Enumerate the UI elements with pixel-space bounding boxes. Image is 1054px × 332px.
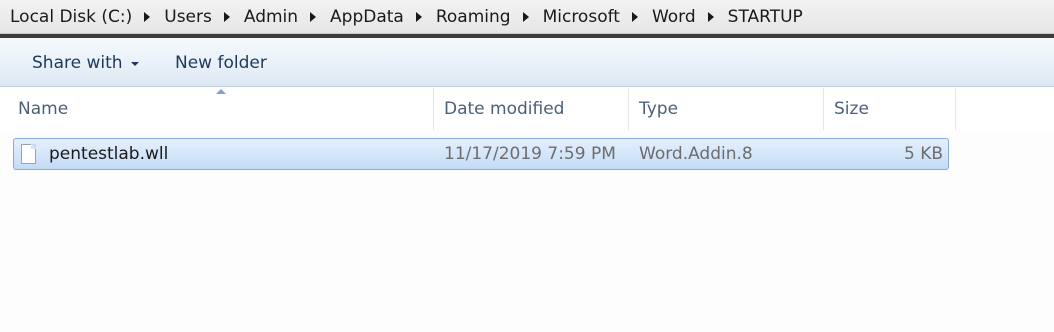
file-type: Word.Addin.8 xyxy=(639,144,753,164)
column-header-name-label: Name xyxy=(18,99,69,119)
column-header-size-label: Size xyxy=(834,99,869,119)
chevron-right-icon[interactable] xyxy=(522,12,529,22)
chevron-right-icon[interactable] xyxy=(707,12,714,22)
sort-ascending-icon xyxy=(216,89,226,94)
breadcrumb-item-roaming[interactable]: Roaming xyxy=(436,7,511,27)
file-name[interactable]: pentestlab.wll xyxy=(49,139,168,169)
new-folder-button[interactable]: New folder xyxy=(175,38,267,87)
chevron-right-icon[interactable] xyxy=(144,12,151,22)
breadcrumb-item-appdata[interactable]: AppData xyxy=(330,7,404,27)
column-headers: Name Date modified Type Size xyxy=(0,88,1054,130)
chevron-right-icon[interactable] xyxy=(223,12,230,22)
new-folder-label: New folder xyxy=(175,52,267,73)
breadcrumb: Local Disk (C:) Users Admin AppData Roam… xyxy=(0,0,1054,34)
file-size: 5 KB xyxy=(903,144,943,164)
chevron-right-icon[interactable] xyxy=(415,12,422,22)
share-with-label: Share with xyxy=(32,52,123,73)
column-header-type-label: Type xyxy=(639,99,679,119)
chevron-right-icon[interactable] xyxy=(310,12,317,22)
breadcrumb-item-word[interactable]: Word xyxy=(652,7,696,27)
breadcrumb-item-microsoft[interactable]: Microsoft xyxy=(543,7,620,27)
file-row-selected[interactable]: pentestlab.wll 11/17/2019 7:59 PM Word.A… xyxy=(13,138,949,170)
breadcrumb-item-local-disk[interactable]: Local Disk (C:) xyxy=(10,7,132,27)
caret-down-icon xyxy=(130,61,139,66)
column-header-date-modified[interactable]: Date modified xyxy=(434,88,629,130)
breadcrumb-item-admin[interactable]: Admin xyxy=(244,7,298,27)
file-list[interactable]: pentestlab.wll 11/17/2019 7:59 PM Word.A… xyxy=(0,130,1054,332)
column-header-type[interactable]: Type xyxy=(629,88,824,130)
file-icon-cell xyxy=(21,139,36,169)
address-bar[interactable]: Local Disk (C:) Users Admin AppData Roam… xyxy=(0,0,1054,34)
column-header-date-label: Date modified xyxy=(444,99,565,119)
share-with-button[interactable]: Share with xyxy=(32,38,139,87)
breadcrumb-item-users[interactable]: Users xyxy=(164,7,212,27)
command-bar: Share with New folder xyxy=(0,38,1054,87)
file-date-modified: 11/17/2019 7:59 PM xyxy=(444,144,616,164)
column-header-size[interactable]: Size xyxy=(824,88,956,130)
breadcrumb-item-startup[interactable]: STARTUP xyxy=(728,7,803,27)
column-header-name[interactable]: Name xyxy=(0,88,434,130)
file-icon xyxy=(21,144,36,164)
chevron-right-icon[interactable] xyxy=(631,12,638,22)
